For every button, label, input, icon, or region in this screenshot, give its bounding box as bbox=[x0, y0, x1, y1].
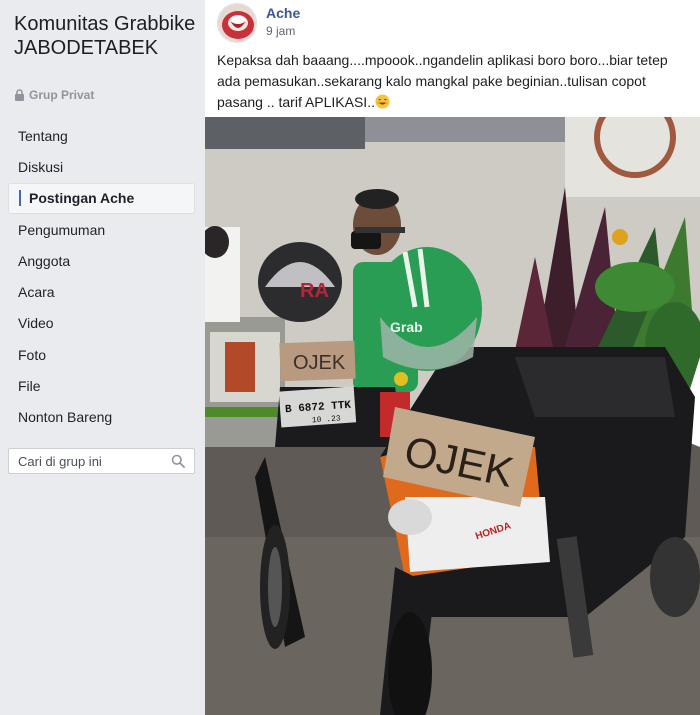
nav-item-video[interactable]: Video bbox=[8, 308, 195, 339]
avatar[interactable] bbox=[217, 3, 257, 43]
post-body: Kepaksa dah baaang....mpoook..ngandelin … bbox=[217, 50, 692, 113]
nav-label: Tentang bbox=[18, 127, 68, 144]
nav-item-acara[interactable]: Acara bbox=[8, 276, 195, 307]
post-meta: Ache 9 jam bbox=[266, 5, 300, 43]
helmet-red-text: RA bbox=[300, 280, 329, 302]
post-author[interactable]: Ache bbox=[266, 5, 300, 21]
lock-icon bbox=[15, 89, 24, 101]
nav-item-foto[interactable]: Foto bbox=[8, 339, 195, 370]
post-card: Ache 9 jam Kepaksa dah baaang....mpoook.… bbox=[205, 0, 700, 715]
avatar-image bbox=[218, 4, 256, 42]
photo-motorcycles-ojek: RA OJEK B 6872 TTK 10 .23 HONDA OJEK Gra… bbox=[205, 117, 700, 715]
post-photo[interactable]: RA OJEK B 6872 TTK 10 .23 HONDA OJEK Gra… bbox=[205, 117, 700, 715]
nav-label: Foto bbox=[18, 346, 47, 363]
nav-item-tentang[interactable]: Tentang bbox=[8, 120, 195, 151]
nav-label: File bbox=[18, 378, 41, 395]
group-nav: Tentang Diskusi Postingan Ache Pengumuma… bbox=[8, 120, 195, 433]
nav-item-postingan-ache[interactable]: Postingan Ache bbox=[8, 182, 195, 214]
group-sidebar: Komunitas Grabbike JABODETABEK Grup Priv… bbox=[0, 0, 205, 715]
nav-label: Anggota bbox=[18, 252, 71, 269]
helmet-grab-text: Grab bbox=[390, 319, 423, 335]
nav-item-file[interactable]: File bbox=[8, 370, 195, 401]
food-cart bbox=[205, 317, 285, 447]
nav-item-anggota[interactable]: Anggota bbox=[8, 245, 195, 276]
nav-label: Diskusi bbox=[18, 158, 64, 175]
nav-label: Video bbox=[18, 315, 54, 332]
smile-emoji-icon bbox=[375, 94, 390, 109]
privacy-label: Grup Privat bbox=[29, 88, 95, 102]
post-header: Ache 9 jam bbox=[217, 3, 300, 43]
nav-label: Acara bbox=[18, 284, 55, 301]
nav-label: Nonton Bareng bbox=[18, 409, 113, 426]
group-name[interactable]: Komunitas Grabbike JABODETABEK bbox=[14, 12, 199, 60]
group-search bbox=[8, 448, 195, 474]
search-icon[interactable] bbox=[171, 454, 185, 468]
nav-item-nonton-bareng[interactable]: Nonton Bareng bbox=[8, 402, 195, 433]
post-text: Kepaksa dah baaang....mpoook..ngandelin … bbox=[217, 52, 668, 110]
group-privacy: Grup Privat bbox=[14, 88, 94, 102]
nav-label: Postingan Ache bbox=[29, 190, 135, 207]
nav-label: Pengumuman bbox=[18, 221, 106, 238]
search-input[interactable] bbox=[9, 453, 164, 469]
active-indicator bbox=[19, 190, 21, 207]
nav-item-diskusi[interactable]: Diskusi bbox=[8, 151, 195, 182]
back-sign-text: OJEK bbox=[293, 352, 346, 374]
nav-item-pengumuman[interactable]: Pengumuman bbox=[8, 214, 195, 245]
post-timestamp[interactable]: 9 jam bbox=[266, 24, 300, 38]
